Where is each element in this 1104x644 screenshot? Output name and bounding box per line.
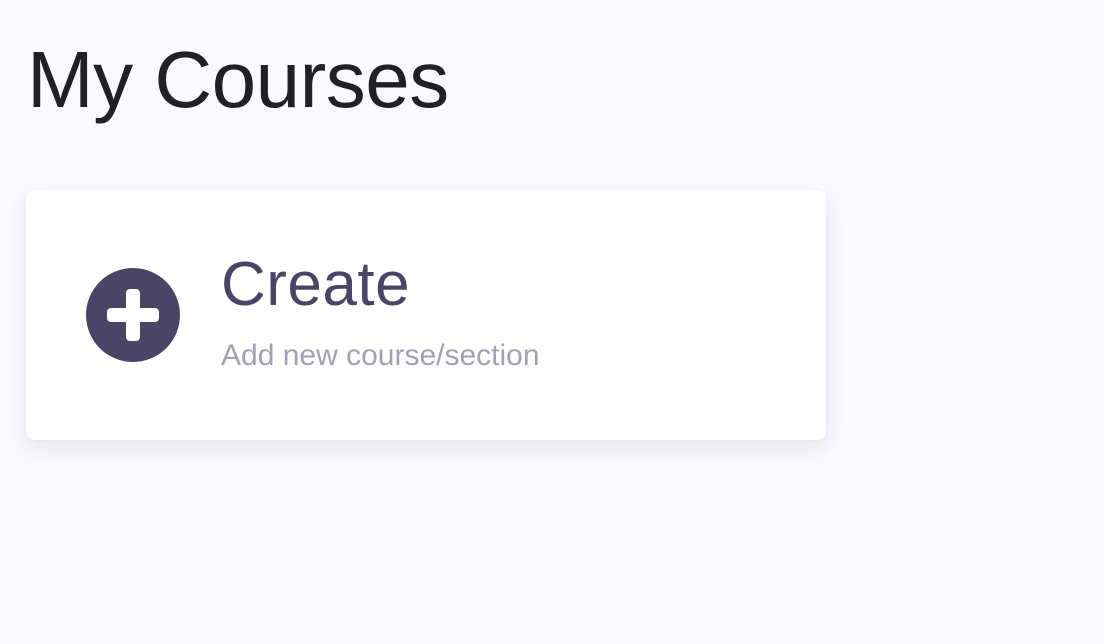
plus-circle-icon (86, 268, 180, 362)
create-course-card[interactable]: Create Add new course/section (26, 190, 826, 440)
create-card-title: Create (221, 250, 411, 319)
create-card-subtitle: Add new course/section (221, 339, 540, 372)
page-title: My Courses (27, 35, 449, 124)
